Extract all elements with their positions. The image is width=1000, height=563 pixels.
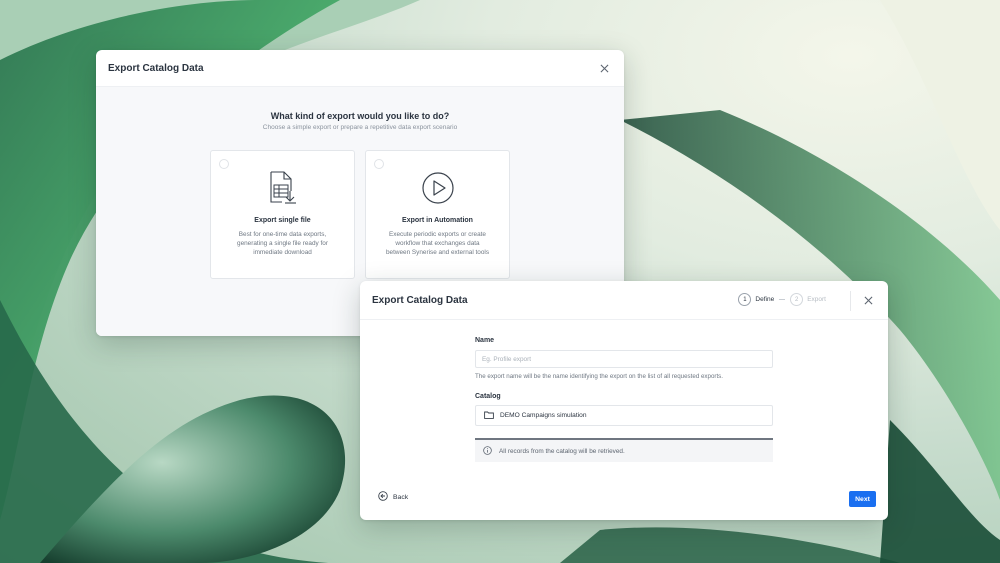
back-button[interactable]: Back <box>378 491 408 503</box>
modal-title: Export Catalog Data <box>108 62 204 74</box>
info-banner: All records from the catalog will be ret… <box>475 438 773 462</box>
export-question-subtitle: Choose a simple export or prepare a repe… <box>262 124 458 131</box>
step-2-label: Export <box>807 296 826 303</box>
info-icon <box>483 445 492 457</box>
name-label: Name <box>475 337 495 344</box>
radio-button[interactable] <box>219 159 229 169</box>
play-circle-icon <box>366 170 509 206</box>
modal-title: Export Catalog Data <box>372 294 468 306</box>
catalog-label: Catalog <box>475 393 501 400</box>
file-table-icon <box>211 170 354 206</box>
info-text: All records from the catalog will be ret… <box>499 447 625 455</box>
close-icon[interactable] <box>596 60 612 76</box>
close-icon[interactable] <box>860 292 876 308</box>
name-input[interactable]: Eg. Profile export <box>475 350 773 368</box>
catalog-select[interactable]: DEMO Campaigns simulation <box>475 405 773 426</box>
modal-header: Export Catalog Data <box>96 50 624 87</box>
option-title: Export single file <box>254 217 311 224</box>
back-label: Back <box>393 493 409 501</box>
export-form-modal: Export Catalog Data 1 Define 2 Export Na… <box>360 281 888 520</box>
option-export-single-file[interactable]: Export single file Best for one-time dat… <box>210 150 355 279</box>
option-description: Best for one-time data exports, generati… <box>237 231 328 256</box>
stepper: 1 Define 2 Export <box>738 293 826 306</box>
step-2-number: 2 <box>790 293 804 306</box>
step-divider <box>779 299 786 300</box>
export-question: What kind of export would you like to do… <box>270 111 450 121</box>
option-description: Execute periodic exports or create workf… <box>385 231 490 256</box>
export-form: Name Eg. Profile export The export name … <box>475 337 773 462</box>
radio-button[interactable] <box>374 159 384 169</box>
step-1-label: Define <box>755 296 775 303</box>
next-button[interactable]: Next <box>849 491 876 507</box>
step-1-number: 1 <box>738 293 752 306</box>
option-title: Export in Automation <box>402 217 473 224</box>
modal-header: Export Catalog Data 1 Define 2 Export <box>360 281 888 320</box>
arrow-left-circle-icon <box>378 491 388 503</box>
option-export-in-automation[interactable]: Export in Automation Execute periodic ex… <box>365 150 510 279</box>
name-hint: The export name will be the name identif… <box>475 373 723 380</box>
folder-icon <box>484 411 494 421</box>
catalog-value: DEMO Campaigns simulation <box>500 412 587 419</box>
header-divider <box>850 291 851 311</box>
